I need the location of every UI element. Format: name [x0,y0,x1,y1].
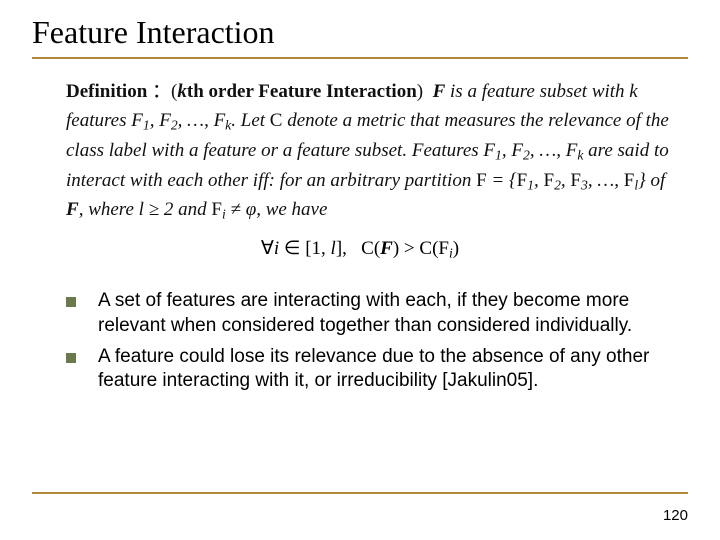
list-item: A set of features are interacting with e… [66,289,672,338]
slide: Feature Interaction Definition ：(kth ord… [0,0,720,540]
list-item: A feature could lose its relevance due t… [66,345,672,394]
formula: ∀i ∈ [1, l], C(F) > C(Fi) [32,237,688,261]
title-block: Feature Interaction [32,14,688,59]
bottom-rule [32,492,688,494]
page-number: 120 [663,507,688,524]
square-bullet-icon [66,353,76,363]
definition-text: Definition ：(kth order Feature Interacti… [32,77,688,225]
square-bullet-icon [66,297,76,307]
bullet-list: A set of features are interacting with e… [32,289,688,394]
bullet-text: A set of features are interacting with e… [98,289,672,338]
page-title: Feature Interaction [32,14,688,51]
bullet-text: A feature could lose its relevance due t… [98,345,672,394]
